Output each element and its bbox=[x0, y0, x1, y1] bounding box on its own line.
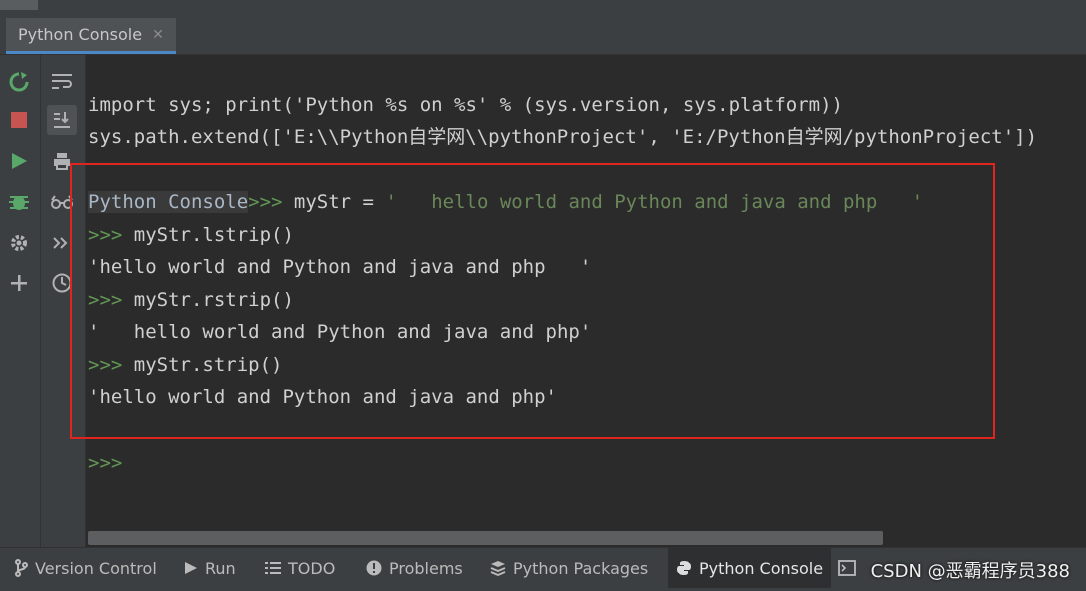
soft-wrap-icon[interactable] bbox=[47, 67, 77, 97]
list-icon bbox=[265, 562, 281, 574]
tab-python-console[interactable]: Python Console bbox=[668, 548, 832, 588]
tab-todo[interactable]: TODO bbox=[257, 548, 343, 588]
console-input-line[interactable]: >>> bbox=[88, 450, 122, 476]
tab-label: Problems bbox=[389, 558, 463, 578]
tool-window-tabbar: Python Console ✕ bbox=[0, 14, 1086, 55]
add-icon[interactable] bbox=[4, 268, 34, 298]
scroll-to-end-icon[interactable] bbox=[47, 105, 77, 135]
terminal-icon[interactable] bbox=[838, 548, 858, 588]
rerun-icon[interactable] bbox=[4, 67, 34, 97]
run-icon bbox=[185, 562, 197, 574]
stop-icon[interactable] bbox=[4, 105, 34, 135]
top-bar-stub bbox=[0, 0, 38, 10]
tab-label: Python Console bbox=[699, 558, 824, 578]
info-icon bbox=[366, 560, 382, 576]
tab-label: TODO bbox=[288, 558, 336, 578]
branch-icon bbox=[15, 559, 28, 577]
left-toolbar bbox=[0, 55, 41, 547]
tab-run[interactable]: Run bbox=[176, 548, 244, 588]
tab-python-packages[interactable]: Python Packages bbox=[482, 548, 656, 588]
close-icon[interactable]: ✕ bbox=[152, 27, 164, 43]
run-icon[interactable] bbox=[4, 146, 34, 176]
tab-problems[interactable]: Problems bbox=[358, 548, 471, 588]
console-line: sys.path.extend(['E:\\Python自学网\\pythonP… bbox=[88, 126, 1038, 148]
packages-icon bbox=[490, 561, 506, 576]
tab-label: Python Packages bbox=[513, 558, 649, 578]
settings-icon[interactable] bbox=[4, 228, 34, 258]
console-line: import sys; print('Python %s on %s' % (s… bbox=[88, 94, 843, 116]
top-bar bbox=[0, 0, 1086, 14]
python-icon bbox=[677, 561, 691, 575]
watermark: CSDN @恶霸程序员388 bbox=[870, 561, 1070, 582]
tab-version-control[interactable]: Version Control bbox=[6, 548, 165, 588]
tab-label: Run bbox=[205, 558, 236, 578]
prompt: >>> bbox=[88, 452, 123, 474]
tab-python-console[interactable]: Python Console ✕ bbox=[6, 18, 176, 54]
tab-label: Python Console bbox=[18, 25, 143, 44]
tab-label: Version Control bbox=[35, 558, 157, 578]
highlight-annotation-box bbox=[70, 163, 995, 439]
bottom-toolbar: Version Control Run TODO Problems Python… bbox=[0, 547, 1086, 591]
horizontal-scrollbar[interactable] bbox=[88, 531, 883, 545]
debug-icon[interactable] bbox=[4, 187, 34, 217]
